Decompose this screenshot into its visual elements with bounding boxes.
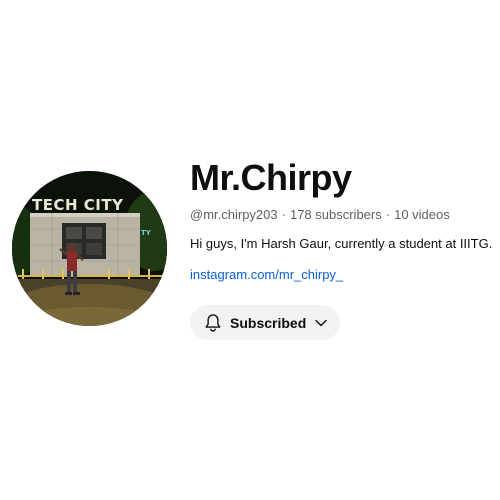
meta-separator: ·	[385, 207, 391, 222]
avatar-sign-text: TECH CITY	[32, 196, 124, 214]
avatar-photo: TECH CITY TY	[12, 171, 167, 326]
channel-title: Mr.Chirpy	[190, 157, 352, 198]
subscribed-button[interactable]: Subscribed	[190, 305, 341, 340]
meta-separator: ·	[281, 207, 286, 222]
avatar-side-text: TY	[141, 229, 152, 237]
channel-avatar[interactable]: TECH CITY TY	[12, 171, 167, 326]
channel-info: Mr.Chirpy @mr.chirpy203 · 178 subscribers ·…	[190, 157, 495, 285]
channel-header: TECH CITY TY Mr.Chirpy @mr.chirpy203 · 1…	[0, 0, 500, 500]
channel-link[interactable]: instagram.com/mr_chirpy_	[190, 265, 343, 285]
video-count: 10 videos	[394, 207, 450, 222]
bell-icon	[205, 313, 221, 332]
channel-handle: @mr.chirpy203	[190, 207, 278, 222]
chevron-down-icon	[315, 319, 327, 326]
channel-meta: @mr.chirpy203 · 178 subscribers · 10 videos	[190, 205, 495, 225]
subscribed-label: Subscribed	[230, 314, 307, 331]
subscriber-count: 178 subscribers	[289, 207, 382, 222]
channel-description[interactable]: Hi guys, I'm Harsh Gaur, currently a stu…	[190, 234, 495, 254]
